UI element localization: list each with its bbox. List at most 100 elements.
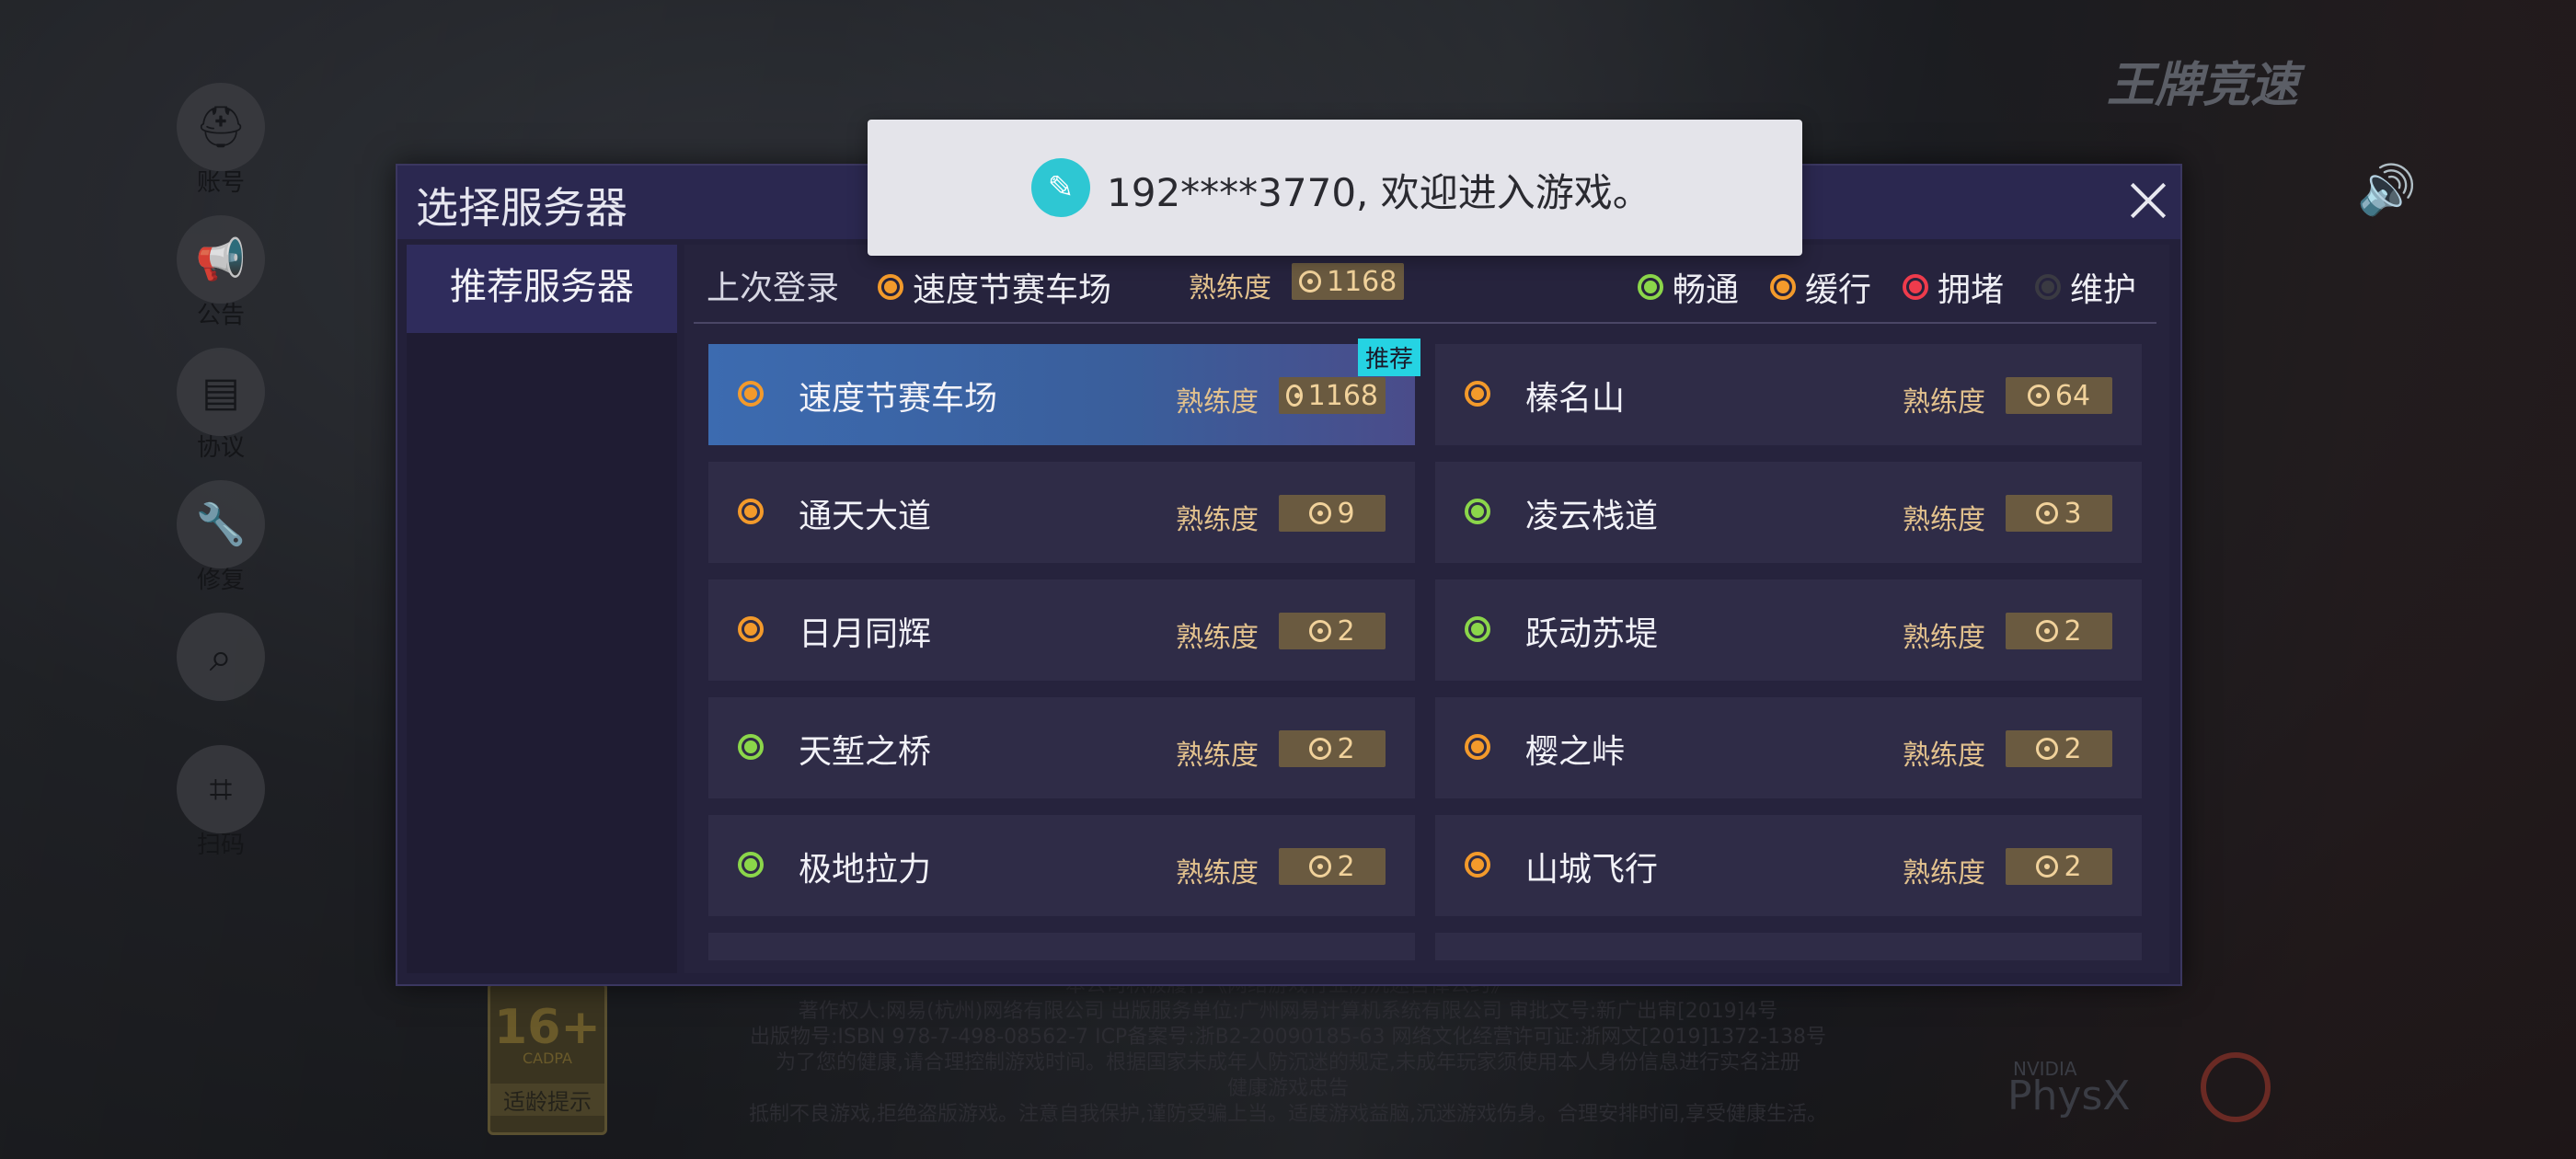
server-card[interactable]: 通天大道 熟练度 9 xyxy=(708,462,1415,563)
server-select-dialog: 选择服务器 推荐服务器 上次登录 速度节赛车场 熟练度 1168 畅通 缓行 拥… xyxy=(396,164,2182,986)
footer-line: 抵制不良游戏,拒绝盗版游戏。注意自我保护,谨防受骗上当。适度游戏益脑,沉迷游戏伤… xyxy=(749,1103,1827,1126)
server-card[interactable]: 日月同辉 熟练度 2 xyxy=(708,580,1415,681)
last-login-server-name: 速度节赛车场 xyxy=(913,271,1112,309)
footer-line: 健康游戏忠告 xyxy=(1226,1077,1349,1100)
server-card[interactable]: 天堑之桥 熟练度 2 xyxy=(708,697,1415,798)
proficiency-value: 3 xyxy=(2064,497,2082,530)
steering-wheel-icon xyxy=(2036,738,2059,760)
legend-item-congested: 拥堵 xyxy=(1902,263,2004,311)
proficiency-badge: 2 xyxy=(2006,848,2112,885)
physx-logo: PhysX xyxy=(2007,1073,2131,1119)
dialog-title: 选择服务器 xyxy=(416,183,627,233)
proficiency-value: 2 xyxy=(1337,614,1355,648)
steering-wheel-icon xyxy=(2036,502,2059,524)
footer-line: 出版物号:ISBN 978-7-498-08562-7 ICP备案号:浙B2-2… xyxy=(749,1026,1827,1049)
proficiency-badge: 3 xyxy=(2006,495,2112,532)
legend-label: 维护 xyxy=(2069,271,2136,309)
megaphone-icon: 📢 xyxy=(177,215,265,304)
server-card[interactable]: 山城飞行 熟练度 2 xyxy=(1435,815,2142,916)
proficiency-label: 熟练度 xyxy=(1903,857,1985,889)
status-dot-icon xyxy=(1465,734,1490,760)
last-login-label: 上次登录 xyxy=(707,270,840,307)
side-item-repair[interactable]: 🔧 修复 xyxy=(175,480,267,595)
server-card[interactable]: 跃动苏堤 熟练度 2 xyxy=(1435,580,2142,681)
proficiency-badge: 1168 xyxy=(1279,377,1386,414)
proficiency-label: 熟练度 xyxy=(1176,857,1259,889)
side-item-agreement[interactable]: ▤ 协议 xyxy=(175,348,267,463)
server-name: 榛名山 xyxy=(1525,380,1626,418)
legend-label: 缓行 xyxy=(1804,271,1871,309)
side-item-notice[interactable]: 📢 公告 xyxy=(175,215,267,330)
footer-line: 为了您的健康,请合理控制游戏时间。根据国家未成年人防沉迷的规定,未成年玩家须使用… xyxy=(776,1051,1800,1074)
proficiency-label: 熟练度 xyxy=(1903,504,1985,536)
server-name: 天堑之桥 xyxy=(799,733,932,771)
legend-item-smooth: 畅通 xyxy=(1637,263,1739,311)
side-item-account[interactable]: ⛑ 账号 xyxy=(175,83,267,198)
proficiency-value: 9 xyxy=(1337,497,1355,530)
server-name: 跃动苏堤 xyxy=(1525,615,1659,653)
proficiency-label: 熟练度 xyxy=(1176,504,1259,536)
server-name: 速度节赛车场 xyxy=(799,380,998,418)
tab-recommended-servers[interactable]: 推荐服务器 xyxy=(407,245,677,333)
age-rating-label: 适龄提示 xyxy=(490,1084,604,1116)
last-login-server[interactable]: 速度节赛车场 xyxy=(878,263,1111,311)
steering-wheel-icon xyxy=(1309,502,1332,524)
steering-wheel-icon xyxy=(1309,855,1332,878)
side-item-search[interactable]: ⌕ xyxy=(175,613,267,701)
legend-item-maintenance: 维护 xyxy=(2034,263,2136,311)
server-list-panel: 上次登录 速度节赛车场 熟练度 1168 畅通 缓行 拥堵 维护 速度节赛车场 … xyxy=(684,245,2169,973)
status-dot-icon xyxy=(1769,274,1796,300)
side-item-scan[interactable]: ⌗ 扫码 xyxy=(175,745,267,860)
netease-logo xyxy=(2201,1052,2271,1122)
steering-wheel-icon xyxy=(1286,384,1303,407)
proficiency-value: 2 xyxy=(1337,850,1355,883)
wrench-icon: 🔧 xyxy=(177,480,265,568)
proficiency-label: 熟练度 xyxy=(1903,386,1985,419)
status-dot-icon xyxy=(1465,852,1490,878)
proficiency-badge: 64 xyxy=(2006,377,2112,414)
recommended-tag: 推荐 xyxy=(1357,339,1420,376)
status-dot-icon xyxy=(878,274,903,300)
proficiency-badge: 9 xyxy=(1279,495,1386,532)
status-dot-icon xyxy=(738,852,764,878)
status-dot-icon xyxy=(1465,499,1490,524)
proficiency-value: 1168 xyxy=(1327,265,1397,298)
server-card[interactable]: 极地拉力 熟练度 2 xyxy=(708,815,1415,916)
server-card-partial[interactable] xyxy=(1435,933,2142,960)
status-dot-icon xyxy=(2034,274,2061,300)
server-card-partial[interactable] xyxy=(708,933,1415,960)
proficiency-badge: 2 xyxy=(1279,848,1386,885)
server-name: 樱之峠 xyxy=(1525,733,1626,771)
proficiency-value: 1168 xyxy=(1307,379,1378,412)
document-icon: ▤ xyxy=(177,348,265,436)
server-name: 凌云栈道 xyxy=(1525,498,1659,535)
speaker-icon[interactable]: 🔊 xyxy=(2357,162,2417,218)
status-dot-icon xyxy=(738,616,764,642)
status-dot-icon xyxy=(1465,381,1490,407)
server-card[interactable]: 速度节赛车场 熟练度 1168 推荐 xyxy=(708,339,1420,445)
server-name: 日月同辉 xyxy=(799,615,932,653)
proficiency-value: 2 xyxy=(1337,732,1355,765)
proficiency-value: 2 xyxy=(2064,850,2082,883)
divider xyxy=(694,322,2156,324)
status-dot-icon xyxy=(1637,274,1663,300)
last-login-row: 上次登录 速度节赛车场 熟练度 1168 畅通 缓行 拥堵 维护 xyxy=(684,245,2169,320)
close-button[interactable] xyxy=(2120,173,2175,228)
proficiency-badge: 1168 xyxy=(1292,263,1405,300)
status-dot-icon xyxy=(1902,274,1928,300)
server-card[interactable]: 凌云栈道 熟练度 3 xyxy=(1435,462,2142,563)
proficiency-label: 熟练度 xyxy=(1176,386,1259,419)
helmet-icon: ⛑ xyxy=(177,83,265,171)
magnifier-icon: ⌕ xyxy=(177,613,265,701)
proficiency-badge: 2 xyxy=(2006,613,2112,649)
steering-wheel-icon xyxy=(2036,620,2059,642)
server-name: 极地拉力 xyxy=(799,851,932,889)
server-card[interactable]: 樱之峠 熟练度 2 xyxy=(1435,697,2142,798)
age-rating-badge: 16+ CADPA 适龄提示 xyxy=(488,982,607,1135)
proficiency-badge: 2 xyxy=(2006,730,2112,767)
last-login-proficiency-label: 熟练度 xyxy=(1189,272,1271,304)
server-card[interactable]: 榛名山 熟练度 64 xyxy=(1435,344,2142,445)
status-dot-icon xyxy=(738,381,764,407)
proficiency-value: 2 xyxy=(2064,732,2082,765)
steering-wheel-icon xyxy=(1309,738,1332,760)
